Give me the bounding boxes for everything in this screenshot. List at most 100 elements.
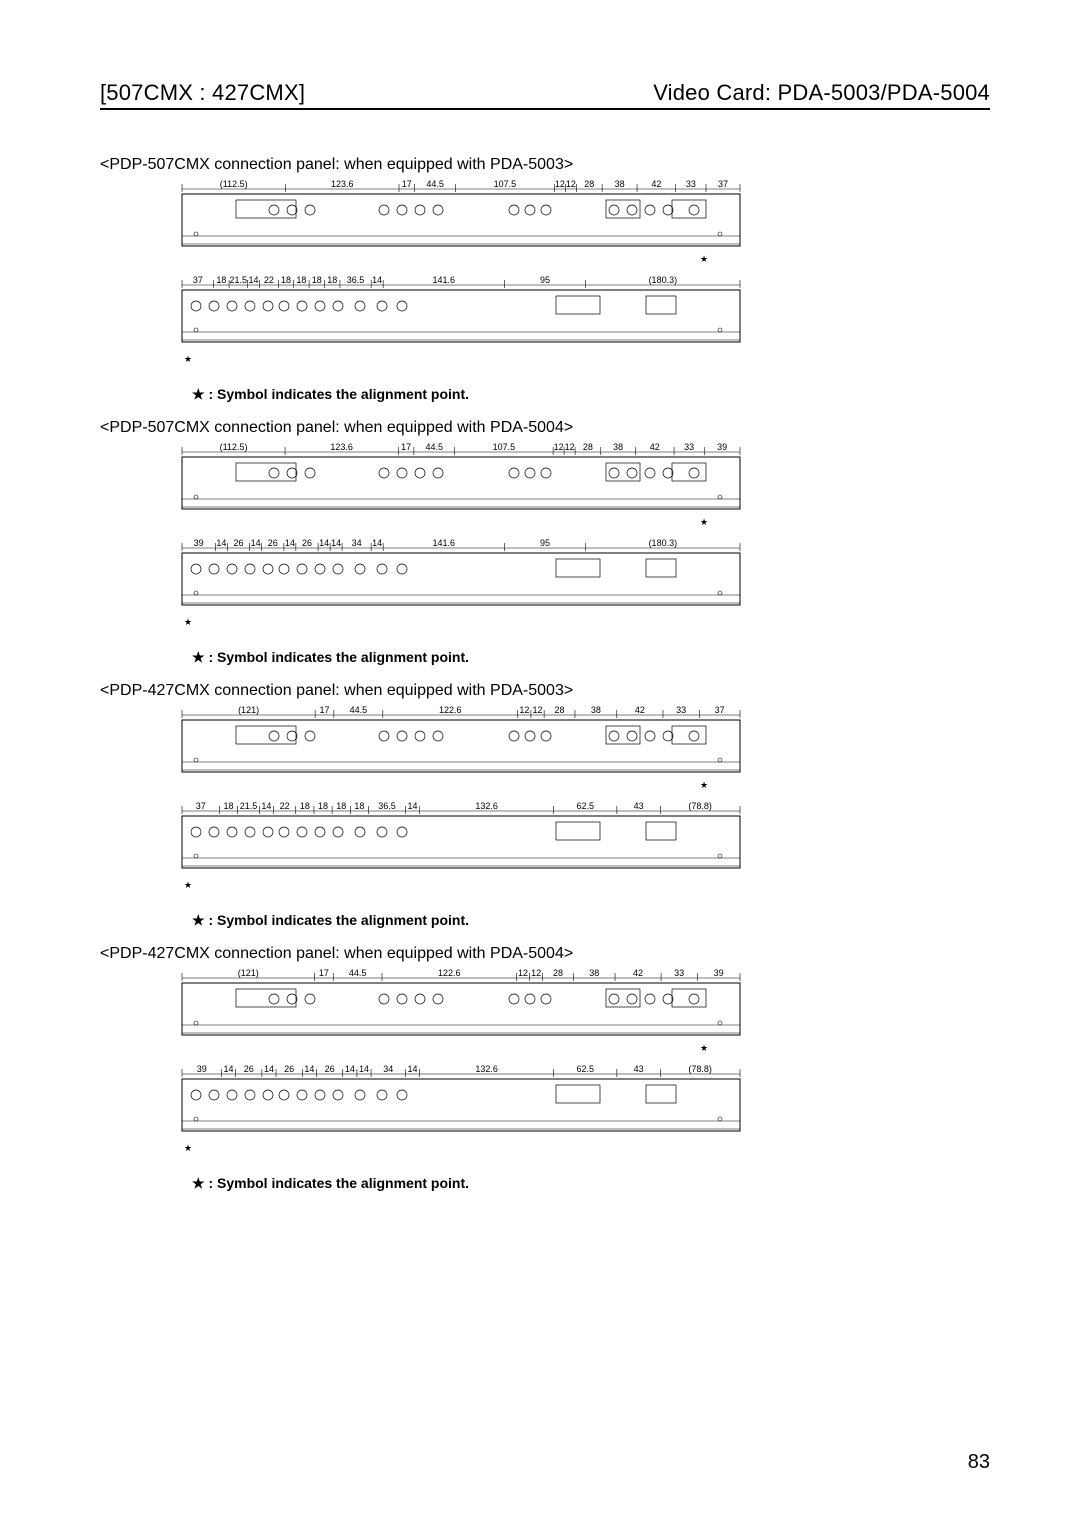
svg-text:18: 18 <box>281 275 291 285</box>
svg-text:44.5: 44.5 <box>350 706 368 715</box>
svg-text:17: 17 <box>401 443 411 452</box>
section-title: <PDP-427CMX connection panel: when equip… <box>100 682 990 700</box>
svg-text:18: 18 <box>300 801 310 811</box>
svg-text:42: 42 <box>650 443 660 452</box>
svg-text:(112.5): (112.5) <box>220 180 248 189</box>
alignment-note-text: : Symbol indicates the alignment point. <box>208 386 469 402</box>
svg-text:18: 18 <box>312 275 322 285</box>
svg-text:22: 22 <box>280 801 290 811</box>
svg-text:122.6: 122.6 <box>438 969 461 978</box>
svg-text:28: 28 <box>555 706 565 715</box>
svg-text:123.6: 123.6 <box>331 180 354 189</box>
svg-text:62.5: 62.5 <box>576 801 594 811</box>
svg-text:14: 14 <box>372 275 382 285</box>
panel-diagram: (112.5)123.61744.5107.512122838423339★39… <box>176 443 990 643</box>
svg-text:14: 14 <box>372 538 382 548</box>
svg-text:21.5: 21.5 <box>240 801 258 811</box>
svg-text:18: 18 <box>296 275 306 285</box>
svg-text:(78.8): (78.8) <box>688 801 712 811</box>
panel-diagram: (121)1744.5122.612122838423337★371821.51… <box>176 706 990 906</box>
svg-text:★: ★ <box>184 1143 192 1153</box>
svg-text:43: 43 <box>634 1064 644 1074</box>
svg-text:(78.8): (78.8) <box>688 1064 712 1074</box>
svg-text:17: 17 <box>319 969 329 978</box>
svg-text:28: 28 <box>553 969 563 978</box>
svg-text:33: 33 <box>684 443 694 452</box>
svg-text:★: ★ <box>700 517 708 527</box>
star-icon: ★ <box>192 1175 208 1191</box>
svg-text:107.5: 107.5 <box>494 180 517 189</box>
svg-text:26: 26 <box>302 538 312 548</box>
svg-text:34: 34 <box>383 1064 393 1074</box>
svg-text:38: 38 <box>589 969 599 978</box>
svg-text:14: 14 <box>216 538 226 548</box>
svg-text:44.5: 44.5 <box>425 443 443 452</box>
svg-text:18: 18 <box>336 801 346 811</box>
alignment-note-text: : Symbol indicates the alignment point. <box>208 912 469 928</box>
svg-text:12: 12 <box>518 969 528 978</box>
svg-text:12: 12 <box>533 706 543 715</box>
svg-text:34: 34 <box>352 538 362 548</box>
svg-text:107.5: 107.5 <box>493 443 516 452</box>
page-number: 83 <box>968 1451 990 1474</box>
svg-text:26: 26 <box>244 1064 254 1074</box>
svg-text:95: 95 <box>540 275 550 285</box>
svg-text:43: 43 <box>634 801 644 811</box>
svg-text:12: 12 <box>519 706 529 715</box>
svg-text:36.5: 36.5 <box>347 275 365 285</box>
svg-text:39: 39 <box>194 538 204 548</box>
svg-text:14: 14 <box>251 538 261 548</box>
svg-text:37: 37 <box>715 706 725 715</box>
svg-text:★: ★ <box>700 1043 708 1053</box>
svg-text:38: 38 <box>613 443 623 452</box>
svg-text:★: ★ <box>700 254 708 264</box>
svg-text:123.6: 123.6 <box>330 443 353 452</box>
svg-text:14: 14 <box>285 538 295 548</box>
svg-text:(180.3): (180.3) <box>649 538 678 548</box>
svg-text:33: 33 <box>676 706 686 715</box>
svg-text:12: 12 <box>566 180 576 189</box>
svg-text:★: ★ <box>700 780 708 790</box>
svg-text:26: 26 <box>233 538 243 548</box>
svg-text:★: ★ <box>184 617 192 627</box>
svg-text:37: 37 <box>196 801 206 811</box>
svg-text:(121): (121) <box>238 969 259 978</box>
alignment-note: ★ : Symbol indicates the alignment point… <box>192 912 990 929</box>
svg-text:26: 26 <box>268 538 278 548</box>
svg-text:38: 38 <box>615 180 625 189</box>
alignment-note-text: : Symbol indicates the alignment point. <box>208 1175 469 1191</box>
svg-text:132.6: 132.6 <box>475 1064 498 1074</box>
svg-text:44.5: 44.5 <box>349 969 367 978</box>
svg-text:12: 12 <box>565 443 575 452</box>
svg-text:(121): (121) <box>238 706 259 715</box>
svg-text:14: 14 <box>331 538 341 548</box>
panel-diagram: (121)1744.5122.612122838423339★391426142… <box>176 969 990 1169</box>
svg-text:17: 17 <box>319 706 329 715</box>
svg-text:21.5: 21.5 <box>230 275 248 285</box>
svg-text:14: 14 <box>264 1064 274 1074</box>
svg-text:12: 12 <box>554 443 564 452</box>
alignment-note: ★ : Symbol indicates the alignment point… <box>192 386 990 403</box>
section-title: <PDP-427CMX connection panel: when equip… <box>100 945 990 963</box>
svg-text:17: 17 <box>402 180 412 189</box>
section-title: <PDP-507CMX connection panel: when equip… <box>100 156 990 174</box>
svg-text:39: 39 <box>714 969 724 978</box>
alignment-note-text: : Symbol indicates the alignment point. <box>208 649 469 665</box>
svg-text:39: 39 <box>197 1064 207 1074</box>
svg-text:14: 14 <box>304 1064 314 1074</box>
svg-text:62.5: 62.5 <box>576 1064 594 1074</box>
svg-text:14: 14 <box>345 1064 355 1074</box>
svg-text:12: 12 <box>555 180 565 189</box>
svg-text:(180.3): (180.3) <box>649 275 678 285</box>
svg-text:★: ★ <box>184 880 192 890</box>
svg-text:12: 12 <box>531 969 541 978</box>
svg-text:132.6: 132.6 <box>475 801 498 811</box>
svg-text:26: 26 <box>325 1064 335 1074</box>
svg-text:(112.5): (112.5) <box>220 443 248 452</box>
svg-text:39: 39 <box>717 443 727 452</box>
svg-text:18: 18 <box>354 801 364 811</box>
svg-text:14: 14 <box>261 801 271 811</box>
svg-text:33: 33 <box>686 180 696 189</box>
svg-text:36.5: 36.5 <box>378 801 396 811</box>
svg-text:122.6: 122.6 <box>439 706 462 715</box>
